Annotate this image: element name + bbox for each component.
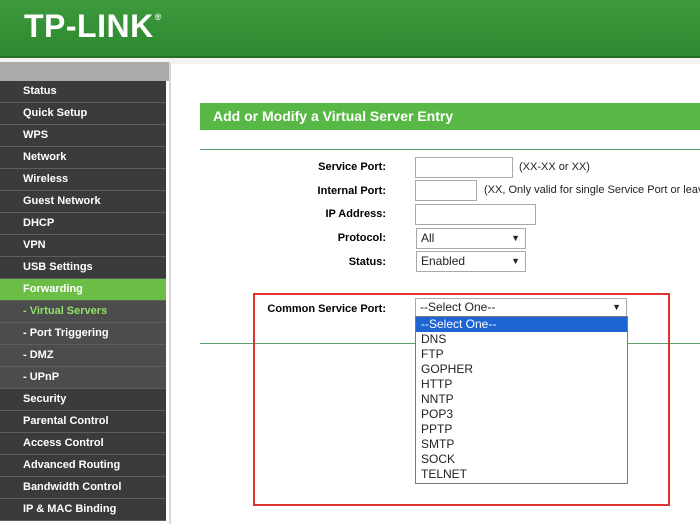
sidebar-item-usb-settings[interactable]: USB Settings [0,257,166,279]
sidebar-item-wireless[interactable]: Wireless [0,169,166,191]
registered-mark: ® [154,12,162,22]
sidebar-top-gap [0,62,169,81]
sidebar-item-quick-setup[interactable]: Quick Setup [0,103,166,125]
status-value: Enabled [421,254,466,268]
protocol-select[interactable]: All ▼ [416,228,526,249]
header-bar: TP-LINK® [0,0,700,58]
sidebar-item-access-control[interactable]: Access Control [0,433,166,455]
sidebar-item-network[interactable]: Network [0,147,166,169]
page-title: Add or Modify a Virtual Server Entry [200,103,700,130]
service-port-input[interactable] [415,157,513,178]
sidebar-item-ip-mac-binding[interactable]: IP & MAC Binding [0,499,166,521]
protocol-label: Protocol: [337,232,386,244]
sidebar-item-virtual-servers[interactable]: - Virtual Servers [0,301,166,323]
status-select[interactable]: Enabled ▼ [416,251,526,272]
ip-address-input[interactable] [415,204,536,225]
sidebar-item-forwarding[interactable]: Forwarding [0,279,166,301]
sidebar-item-advanced-routing[interactable]: Advanced Routing [0,455,166,477]
brand-name: TP-LINK [24,8,154,44]
sidebar-item-wps[interactable]: WPS [0,125,166,147]
protocol-value: All [421,231,435,245]
brand-logo: TP-LINK® [24,8,162,45]
highlight-box [253,293,670,506]
sidebar: Status Quick Setup WPS Network Wireless … [0,62,171,524]
service-port-label: Service Port: [318,161,386,173]
sidebar-item-vpn[interactable]: VPN [0,235,166,257]
internal-port-label: Internal Port: [317,185,386,197]
sidebar-item-status[interactable]: Status [0,81,166,103]
sidebar-item-upnp[interactable]: - UPnP [0,367,166,389]
internal-port-hint: (XX, Only valid for single Service Port … [484,184,700,196]
sidebar-item-parental-control[interactable]: Parental Control [0,411,166,433]
chevron-down-icon: ▼ [511,233,520,243]
divider-top [200,149,700,150]
service-port-hint: (XX-XX or XX) [519,161,590,173]
sidebar-item-dmz[interactable]: - DMZ [0,345,166,367]
sidebar-item-port-triggering[interactable]: - Port Triggering [0,323,166,345]
ip-address-label: IP Address: [325,208,386,220]
sidebar-item-security[interactable]: Security [0,389,166,411]
sidebar-item-guest-network[interactable]: Guest Network [0,191,166,213]
status-label: Status: [348,256,386,268]
sidebar-item-bandwidth-control[interactable]: Bandwidth Control [0,477,166,499]
chevron-down-icon: ▼ [511,256,520,266]
sidebar-item-dhcp[interactable]: DHCP [0,213,166,235]
internal-port-input[interactable] [415,180,477,201]
